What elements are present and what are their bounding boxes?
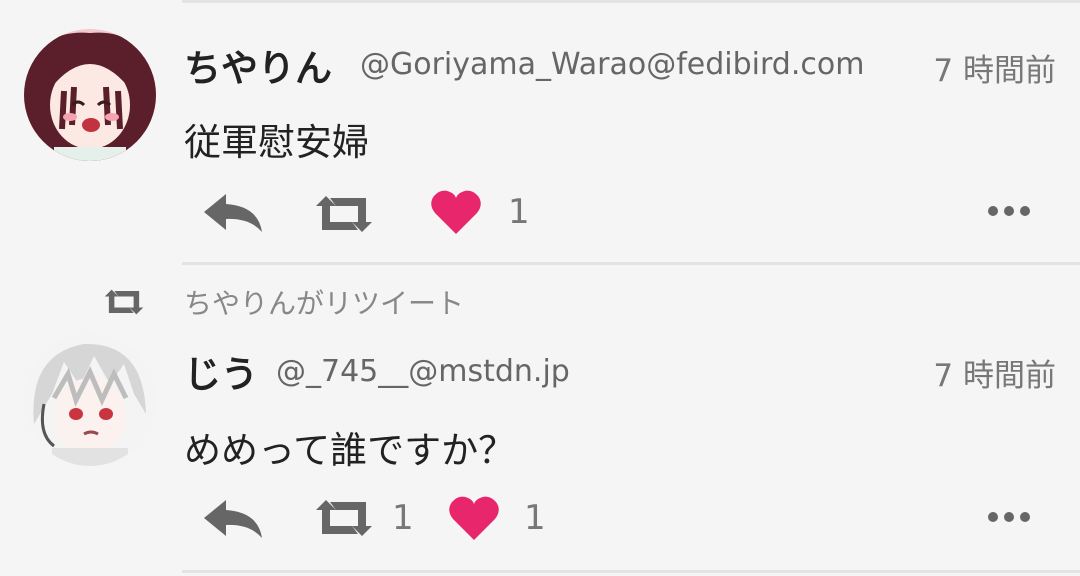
divider-bottom — [182, 570, 1080, 573]
more-icon — [1004, 206, 1014, 216]
more-icon — [988, 206, 998, 216]
favourite-count: 1 — [524, 498, 546, 538]
reply-button[interactable] — [202, 498, 264, 540]
more-icon — [1020, 512, 1030, 522]
avatar[interactable] — [24, 334, 156, 466]
reply-icon — [204, 194, 262, 232]
heart-icon — [431, 190, 481, 234]
divider-middle — [182, 262, 1080, 265]
timestamp[interactable]: 7 時間前 — [933, 350, 1056, 395]
display-name[interactable]: じう — [184, 344, 258, 398]
favourite-button[interactable]: 1 — [448, 494, 546, 542]
more-icon — [1020, 206, 1030, 216]
boost-icon — [316, 196, 372, 232]
timestamp[interactable]: 7 時間前 — [933, 45, 1056, 90]
boost-count: 1 — [392, 498, 414, 538]
avatar[interactable] — [24, 29, 156, 161]
status-post-2[interactable]: じう @_745__@mstdn.jp 7 時間前 めめって誰ですか？ 1 1 — [0, 320, 1080, 570]
boost-icon — [104, 289, 144, 315]
display-name[interactable]: ちやりん — [184, 38, 332, 92]
more-icon — [1004, 512, 1014, 522]
account-handle[interactable]: @_745__@mstdn.jp — [276, 354, 570, 389]
status-post-1[interactable]: ちやりん @Goriyama_Warao@fedibird.com 7 時間前 … — [0, 0, 1080, 262]
boost-button[interactable] — [312, 194, 390, 234]
favourite-count: 1 — [508, 192, 530, 232]
retweet-notice: ちやりんがリツイート — [102, 282, 464, 322]
favourite-button[interactable]: 1 — [430, 188, 530, 236]
status-content: めめって誰ですか？ — [184, 429, 516, 472]
heart-icon — [449, 496, 499, 540]
reply-icon — [204, 500, 262, 538]
more-options-button[interactable] — [988, 206, 1030, 216]
status-content: 従軍慰安婦 — [184, 121, 369, 164]
reply-button[interactable] — [202, 192, 264, 234]
retweet-notice-text[interactable]: ちやりんがリツイート — [184, 282, 464, 322]
boost-icon — [316, 500, 372, 536]
boost-button[interactable]: 1 — [312, 498, 414, 538]
more-options-button[interactable] — [988, 512, 1030, 522]
more-icon — [988, 512, 998, 522]
account-handle[interactable]: @Goriyama_Warao@fedibird.com — [360, 47, 864, 82]
